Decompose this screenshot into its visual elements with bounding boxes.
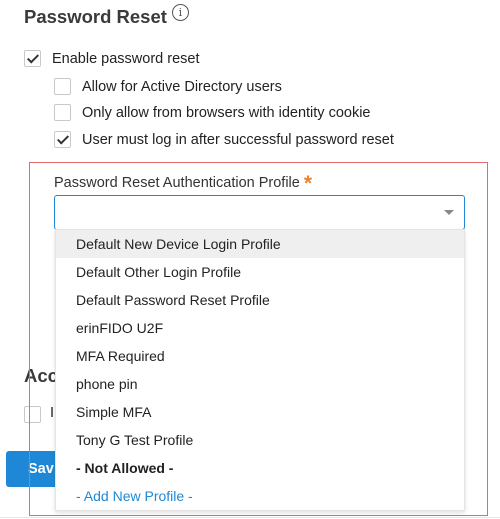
auth-profile-label: Password Reset Authentication Profile * bbox=[54, 169, 313, 195]
dropdown-option[interactable]: Default Other Login Profile bbox=[56, 258, 464, 286]
auth-profile-select[interactable] bbox=[54, 195, 465, 230]
dropdown-option[interactable]: Default New Device Login Profile bbox=[56, 230, 464, 258]
must-log-in-label: User must log in after successful passwo… bbox=[82, 131, 394, 148]
section-title: Password Reset i bbox=[24, 4, 189, 28]
dropdown-option[interactable]: Simple MFA bbox=[56, 398, 464, 426]
dropdown-option[interactable]: phone pin bbox=[56, 370, 464, 398]
must-log-in-row[interactable]: User must log in after successful passwo… bbox=[54, 131, 394, 148]
auth-profile-label-text: Password Reset Authentication Profile bbox=[54, 175, 300, 191]
dropdown-option[interactable]: erinFIDO U2F bbox=[56, 314, 464, 342]
identity-cookie-row[interactable]: Only allow from browsers with identity c… bbox=[54, 104, 371, 121]
info-icon[interactable]: i bbox=[171, 4, 189, 21]
identity-cookie-label: Only allow from browsers with identity c… bbox=[82, 104, 371, 121]
caret-down-icon[interactable] bbox=[444, 210, 454, 215]
required-star-icon: * bbox=[303, 172, 313, 195]
enable-password-reset-row[interactable]: Enable password reset bbox=[24, 50, 200, 67]
allow-ad-users-label: Allow for Active Directory users bbox=[82, 78, 282, 95]
enable-password-reset-label: Enable password reset bbox=[52, 50, 200, 67]
auth-profile-dropdown-list: Default New Device Login Profile Default… bbox=[55, 229, 465, 511]
identity-cookie-checkbox[interactable] bbox=[54, 104, 71, 121]
enable-password-reset-checkbox[interactable] bbox=[24, 50, 41, 67]
section-title-text: Password Reset bbox=[24, 6, 167, 27]
dropdown-option[interactable]: MFA Required bbox=[56, 342, 464, 370]
allow-ad-users-row[interactable]: Allow for Active Directory users bbox=[54, 78, 282, 95]
must-log-in-checkbox[interactable] bbox=[54, 131, 71, 148]
dropdown-option-not-allowed[interactable]: - Not Allowed - bbox=[56, 454, 464, 482]
allow-ad-users-checkbox[interactable] bbox=[54, 78, 71, 95]
dropdown-option[interactable]: Tony G Test Profile bbox=[56, 426, 464, 454]
add-new-profile-link[interactable]: - Add New Profile - bbox=[56, 482, 464, 510]
bottom-divider bbox=[0, 517, 500, 518]
dropdown-option[interactable]: Default Password Reset Profile bbox=[56, 286, 464, 314]
